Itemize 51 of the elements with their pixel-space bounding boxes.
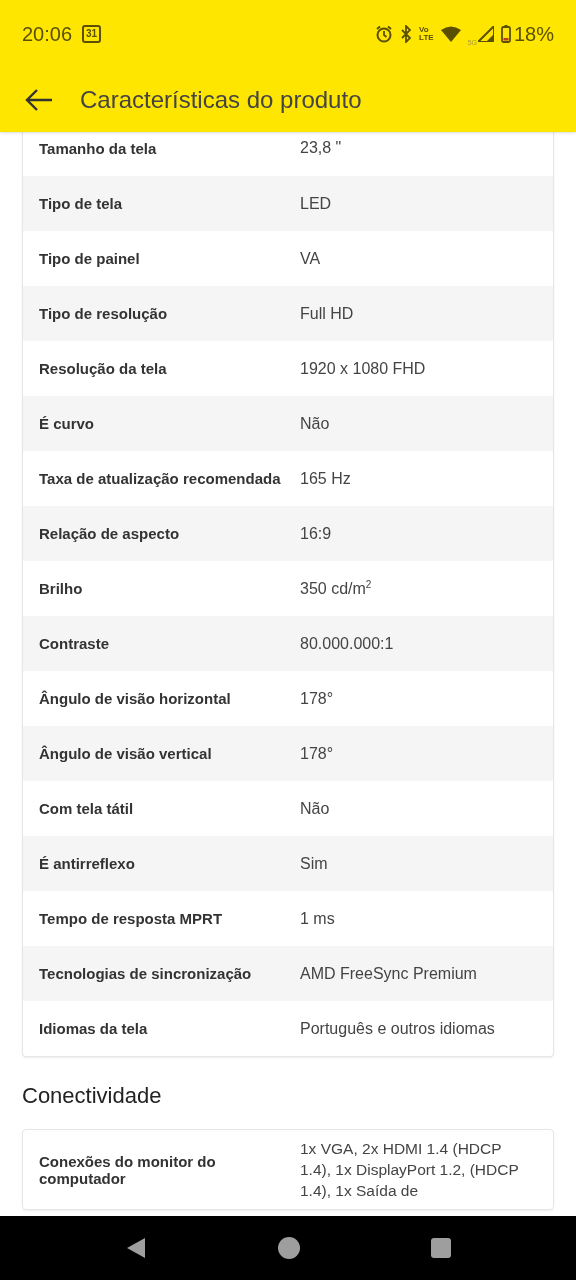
alarm-icon xyxy=(375,25,394,43)
spec-label: Tipo de painel xyxy=(38,250,141,267)
spec-value: LED xyxy=(300,194,333,213)
spec-label: Tamanho da tela xyxy=(38,139,158,157)
spec-value: 80.000.000:1 xyxy=(300,634,395,653)
spec-label: Tipo de resolução xyxy=(38,305,169,322)
spec-value: 1 ms xyxy=(300,909,336,928)
spec-value: AMD FreeSync Premium xyxy=(300,964,478,983)
bluetooth-icon xyxy=(400,25,413,43)
spec-value: Full HD xyxy=(300,304,355,323)
volte-top-text: Vo xyxy=(419,26,430,34)
spec-label: É antirreflexo xyxy=(38,855,136,872)
spec-label: Resolução da tela xyxy=(38,360,168,377)
spec-value: 1x VGA, 2x HDMI 1.4 (HDCP 1.4), 1x DisplayPort 1.2, (HDCP 1.4), 1x Saída de xyxy=(300,1139,520,1201)
spec-value: 178° xyxy=(300,689,335,708)
spec-label: É curvo xyxy=(38,415,96,432)
spec-value: Sim xyxy=(300,854,329,873)
spec-value: 350 cd/m$^{2}$ xyxy=(300,578,373,599)
spec-value: 178° xyxy=(300,744,335,763)
page-title: Características do produto xyxy=(80,86,362,114)
spec-label: Conexões do monitor do computador xyxy=(38,1152,217,1187)
spec-label: Tipo de tela xyxy=(38,195,124,212)
spec-value: 1920 x 1080 FHD xyxy=(300,359,427,378)
back-nav-icon[interactable] xyxy=(125,1237,148,1259)
spec-label: Idiomas da tela xyxy=(38,1020,149,1037)
spec-value: Não xyxy=(300,799,331,818)
spec-value: Português e outros idiomas xyxy=(300,1019,496,1038)
spec-value: 16:9 xyxy=(300,524,333,543)
signal-icon xyxy=(477,26,494,42)
wifi-icon xyxy=(440,26,461,42)
spec-value: VA xyxy=(300,249,322,268)
battery-icon xyxy=(500,25,511,43)
spec-label: Tempo de resposta MPRT xyxy=(38,910,224,927)
battery-percent: 18% xyxy=(513,22,554,46)
spec-label: Brilho xyxy=(38,580,84,597)
spec-value: 23,8 " xyxy=(300,139,343,157)
spec-label: Tecnologias de sincronização xyxy=(38,965,253,982)
spec-label: Relação de aspecto xyxy=(38,525,181,542)
calendar-icon: 31 xyxy=(82,25,102,43)
clock-time: 20:06 xyxy=(22,22,73,46)
spec-value: 165 Hz xyxy=(300,469,352,488)
spec-label: Ângulo de visão vertical xyxy=(38,745,213,762)
recents-nav-icon[interactable] xyxy=(430,1238,451,1258)
spec-label: Ângulo de visão horizontal xyxy=(38,690,232,707)
home-nav-icon[interactable] xyxy=(278,1237,300,1259)
volte-bottom-text: LTE xyxy=(419,34,434,42)
spec-label: Com tela tátil xyxy=(38,800,135,817)
spec-value: Não xyxy=(300,414,331,433)
spec-label: Contraste xyxy=(38,635,110,652)
spec-label: Taxa de atualização recomendada xyxy=(38,470,282,487)
section-heading: Conectividade xyxy=(22,1083,163,1109)
